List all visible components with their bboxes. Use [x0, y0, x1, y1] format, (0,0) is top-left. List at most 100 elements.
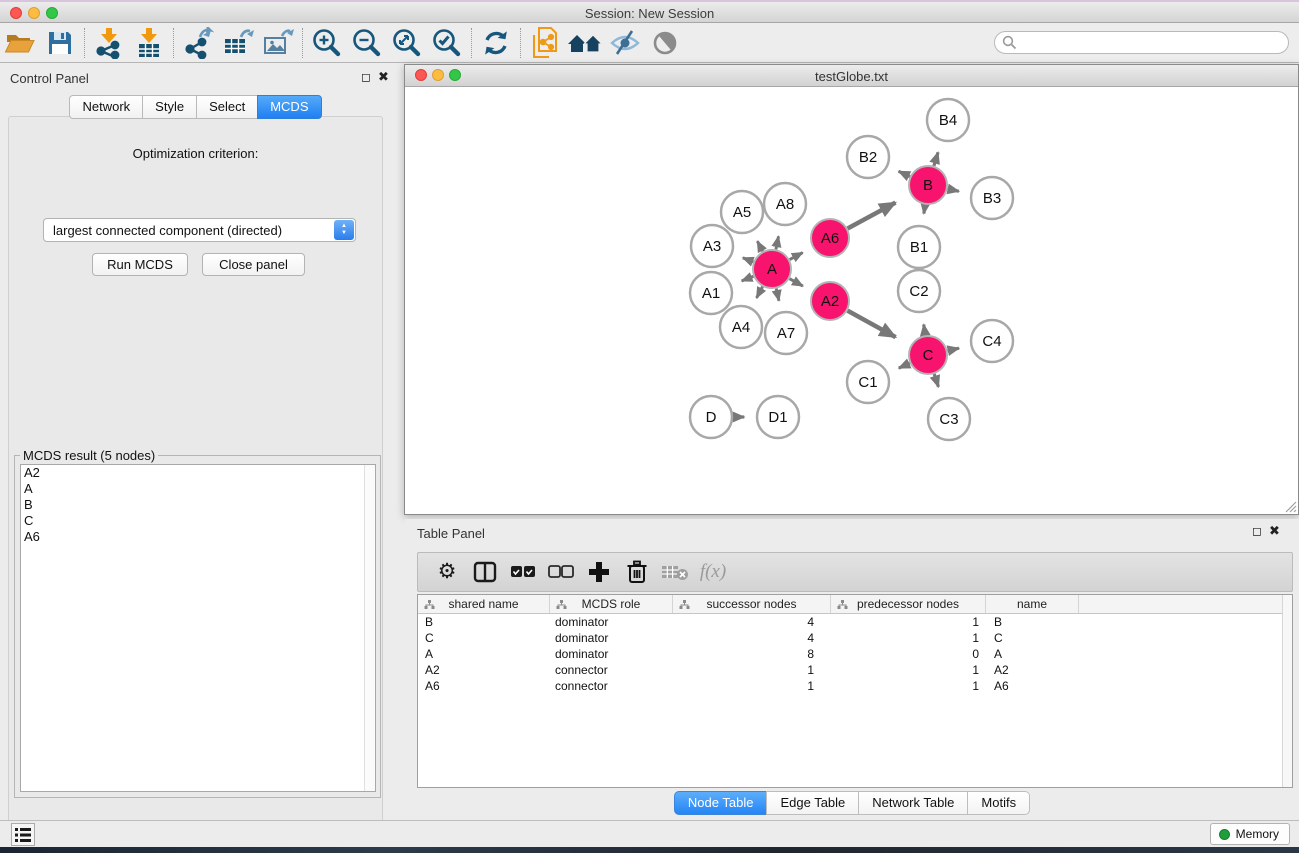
node-A1[interactable]: A1	[690, 272, 732, 314]
edge-A-A4[interactable]	[757, 287, 763, 298]
export-network-icon[interactable]	[178, 26, 218, 60]
node-D[interactable]: D	[690, 396, 732, 438]
table-cell[interactable]: A6	[986, 678, 1079, 694]
resize-grip-icon[interactable]	[1283, 499, 1297, 513]
node-A5[interactable]: A5	[721, 191, 763, 233]
edge-B-B3[interactable]	[948, 189, 959, 191]
edge-C-C3[interactable]	[934, 374, 938, 387]
network-from-file-icon[interactable]	[525, 26, 565, 60]
table-cell[interactable]: 1	[831, 678, 986, 694]
hide-details-icon[interactable]	[605, 26, 645, 60]
table-cell[interactable]: dominator	[550, 646, 673, 662]
table-row[interactable]: A2connector11A2	[418, 662, 1292, 678]
network-window-titlebar[interactable]: testGlobe.txt	[405, 65, 1298, 87]
table-cell[interactable]: dominator	[550, 614, 673, 630]
close-table-panel-icon[interactable]: ✖	[1269, 523, 1280, 539]
table-row[interactable]: A6connector11A6	[418, 678, 1292, 694]
edge-A-A8[interactable]	[776, 236, 779, 249]
node-A4[interactable]: A4	[720, 306, 762, 348]
tab-motifs[interactable]: Motifs	[967, 791, 1030, 815]
table-cell[interactable]: C	[418, 630, 550, 646]
node-B4[interactable]: B4	[927, 99, 969, 141]
table-scrollbar[interactable]	[1282, 595, 1292, 787]
tab-node-table[interactable]: Node Table	[674, 791, 767, 815]
node-table[interactable]: shared nameMCDS rolesuccessor nodesprede…	[417, 594, 1293, 788]
table-cell[interactable]: 1	[831, 630, 986, 646]
search-input[interactable]	[994, 31, 1289, 54]
table-cell[interactable]: A2	[418, 662, 550, 678]
table-cell[interactable]: 1	[831, 662, 986, 678]
table-cell[interactable]: 4	[673, 630, 831, 646]
optimization-criterion-select[interactable]: largest connected component (directed) ▲…	[43, 218, 356, 242]
node-A7[interactable]: A7	[765, 312, 807, 354]
table-cell[interactable]: B	[418, 614, 550, 630]
edge-A-A7[interactable]	[776, 289, 779, 301]
table-cell[interactable]: A	[418, 646, 550, 662]
table-cell[interactable]: 0	[831, 646, 986, 662]
split-panel-icon[interactable]	[466, 556, 504, 588]
close-panel-button[interactable]: Close panel	[202, 253, 305, 276]
network-canvas[interactable]: B4B2BB3A8A5A6A3B1AC2A1A2A4A7C4CC1DD1C3	[405, 87, 1298, 514]
tab-network-table[interactable]: Network Table	[858, 791, 967, 815]
column-header-MCDS-role[interactable]: MCDS role	[550, 595, 673, 613]
memory-button[interactable]: Memory	[1210, 823, 1290, 845]
node-B[interactable]: B	[909, 166, 947, 204]
table-cell[interactable]: 1	[831, 614, 986, 630]
node-A6[interactable]: A6	[811, 219, 849, 257]
edge-A-A3[interactable]	[743, 258, 754, 262]
edge-A6-B[interactable]	[848, 203, 896, 229]
table-cell[interactable]: A	[986, 646, 1079, 662]
zoom-fit-icon[interactable]	[387, 26, 427, 60]
mcds-result-item[interactable]: C	[21, 513, 375, 529]
task-history-button[interactable]	[11, 823, 35, 846]
tab-network[interactable]: Network	[69, 95, 142, 119]
node-C[interactable]: C	[909, 336, 947, 374]
edge-B-B4[interactable]	[934, 152, 938, 166]
node-A3[interactable]: A3	[691, 225, 733, 267]
import-table-icon[interactable]	[129, 26, 169, 60]
edge-A-A1[interactable]	[742, 276, 754, 281]
edge-B-B1[interactable]	[924, 205, 925, 214]
save-session-icon[interactable]	[40, 26, 80, 60]
table-cell[interactable]: dominator	[550, 630, 673, 646]
float-panel-icon[interactable]: ◻	[361, 70, 371, 84]
select-all-icon[interactable]	[504, 556, 542, 588]
edge-A-A2[interactable]	[790, 279, 803, 286]
table-cell[interactable]: C	[986, 630, 1079, 646]
table-cell[interactable]: connector	[550, 678, 673, 694]
table-cell[interactable]: A6	[418, 678, 550, 694]
table-row[interactable]: Cdominator41C	[418, 630, 1292, 646]
node-B2[interactable]: B2	[847, 136, 889, 178]
delete-table-icon[interactable]	[656, 556, 694, 588]
node-B1[interactable]: B1	[898, 226, 940, 268]
export-image-icon[interactable]	[258, 26, 298, 60]
node-A[interactable]: A	[753, 250, 791, 288]
node-C3[interactable]: C3	[928, 398, 970, 440]
tab-style[interactable]: Style	[142, 95, 196, 119]
node-B3[interactable]: B3	[971, 177, 1013, 219]
node-C1[interactable]: C1	[847, 361, 889, 403]
table-cell[interactable]: B	[986, 614, 1079, 630]
table-row[interactable]: Adominator80A	[418, 646, 1292, 662]
run-mcds-button[interactable]: Run MCDS	[92, 253, 188, 276]
node-A2[interactable]: A2	[811, 282, 849, 320]
mcds-result-list[interactable]: A2ABCA6	[20, 464, 376, 792]
edge-A-A5[interactable]	[757, 241, 762, 251]
edge-C-C1[interactable]	[899, 363, 910, 368]
refresh-layout-icon[interactable]	[476, 26, 516, 60]
table-cell[interactable]: 4	[673, 614, 831, 630]
edge-C-C4[interactable]	[948, 348, 959, 351]
table-cell[interactable]: 1	[673, 662, 831, 678]
table-settings-icon[interactable]: ⚙	[428, 556, 466, 588]
table-cell[interactable]: connector	[550, 662, 673, 678]
mcds-result-item[interactable]: A6	[21, 529, 375, 545]
show-details-icon[interactable]	[645, 26, 685, 60]
zoom-selected-icon[interactable]	[427, 26, 467, 60]
deselect-all-icon[interactable]	[542, 556, 580, 588]
function-builder-icon[interactable]: f(x)	[694, 556, 732, 588]
edge-A2-C[interactable]	[848, 311, 896, 337]
tab-select[interactable]: Select	[196, 95, 257, 119]
table-cell[interactable]: 8	[673, 646, 831, 662]
tab-edge-table[interactable]: Edge Table	[766, 791, 858, 815]
edge-B-B2[interactable]	[899, 171, 910, 176]
